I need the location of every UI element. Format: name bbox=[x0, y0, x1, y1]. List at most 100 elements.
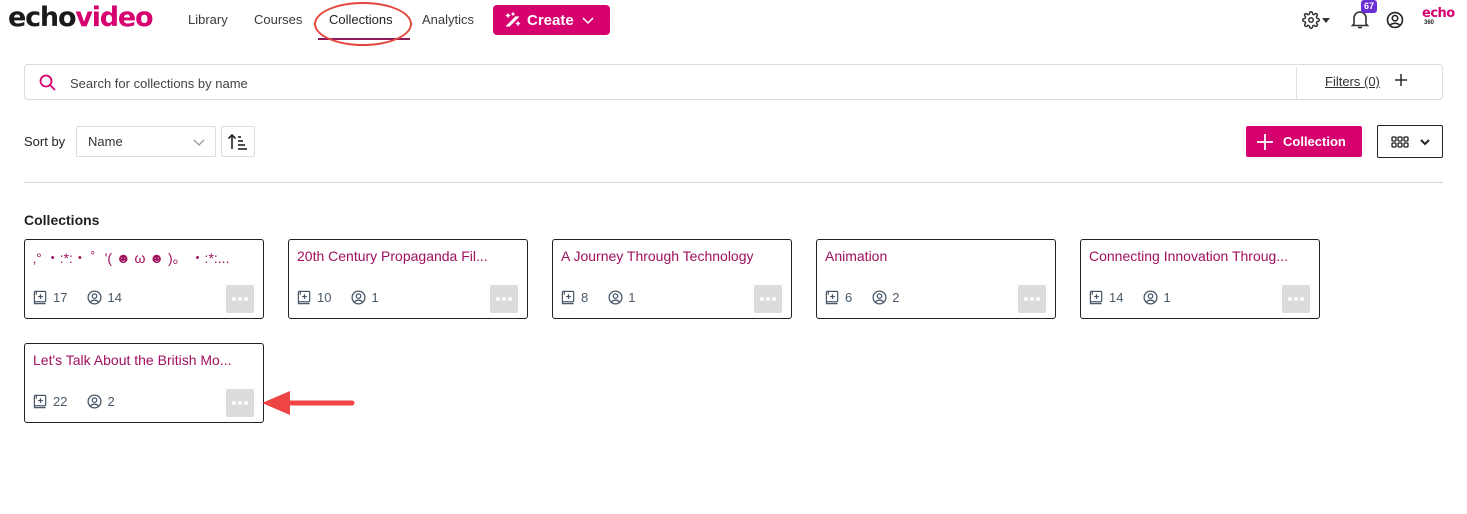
nav-courses[interactable]: Courses bbox=[254, 12, 302, 27]
collection-meta: 17 14 bbox=[33, 290, 122, 305]
member-count: 2 bbox=[107, 394, 115, 409]
create-button-label: Create bbox=[527, 11, 574, 29]
more-dot bbox=[1287, 297, 1292, 301]
logo-video: video bbox=[75, 2, 153, 33]
settings-gear-icon[interactable] bbox=[1302, 11, 1320, 29]
sort-by-select[interactable]: Name bbox=[76, 126, 216, 157]
more-dot bbox=[759, 297, 764, 301]
more-dot bbox=[508, 297, 513, 301]
media-count: 17 bbox=[53, 290, 68, 305]
chevron-down-icon bbox=[1420, 138, 1430, 145]
more-dot bbox=[238, 401, 242, 405]
collection-meta: 22 2 bbox=[33, 394, 115, 409]
create-button[interactable]: Create bbox=[493, 5, 610, 35]
collection-card[interactable]: Connecting Innovation Throug... 14 1 bbox=[1080, 239, 1320, 319]
media-book-icon bbox=[825, 290, 839, 305]
collection-title[interactable]: A Journey Through Technology bbox=[561, 248, 785, 264]
media-count: 22 bbox=[53, 394, 68, 409]
magic-wand-icon bbox=[505, 12, 521, 27]
filters-link[interactable]: Filters (0) bbox=[1325, 74, 1380, 89]
more-dot bbox=[1300, 297, 1305, 301]
members-icon bbox=[351, 290, 367, 305]
more-dot bbox=[1030, 297, 1034, 301]
plus-icon[interactable] bbox=[1393, 72, 1409, 88]
sort-direction-button[interactable] bbox=[221, 126, 255, 157]
more-options-button[interactable] bbox=[226, 285, 254, 313]
media-book-icon bbox=[33, 394, 47, 409]
collection-card[interactable]: Let's Talk About the British Mo... 22 2 bbox=[24, 343, 264, 423]
sort-selected-value: Name bbox=[88, 134, 123, 149]
member-count: 1 bbox=[371, 290, 379, 305]
media-count: 8 bbox=[581, 290, 589, 305]
top-navigation: echovideo Library Courses Collections An… bbox=[0, 0, 1467, 46]
media-count: 14 bbox=[1109, 290, 1124, 305]
members-icon bbox=[87, 290, 103, 305]
collection-meta: 14 1 bbox=[1089, 290, 1171, 305]
more-dot bbox=[495, 297, 500, 301]
add-collection-button[interactable]: Collection bbox=[1246, 126, 1362, 157]
sort-ascending-icon bbox=[227, 133, 247, 150]
nav-library[interactable]: Library bbox=[188, 12, 228, 27]
active-nav-indicator bbox=[318, 38, 410, 40]
member-count: 2 bbox=[892, 290, 900, 305]
members-icon bbox=[872, 290, 887, 305]
media-book-icon bbox=[33, 290, 47, 305]
members-icon bbox=[1143, 290, 1159, 305]
more-options-button[interactable] bbox=[490, 285, 518, 313]
media-count: 6 bbox=[845, 290, 853, 305]
logo-echo: echo bbox=[8, 2, 77, 33]
more-dot bbox=[766, 297, 770, 301]
collection-meta: 10 1 bbox=[297, 290, 379, 305]
settings-caret-icon[interactable] bbox=[1322, 18, 1330, 23]
search-filter-divider bbox=[1296, 67, 1297, 99]
more-dot bbox=[231, 297, 236, 301]
chevron-down-icon bbox=[582, 17, 594, 25]
collection-card[interactable]: Animation 6 2 bbox=[816, 239, 1056, 319]
members-icon bbox=[608, 290, 623, 305]
collection-title[interactable]: Animation bbox=[825, 248, 1049, 264]
user-account-icon[interactable] bbox=[1386, 11, 1404, 29]
media-count: 10 bbox=[317, 290, 332, 305]
search-input[interactable] bbox=[70, 73, 1270, 93]
more-dot bbox=[244, 401, 249, 405]
sort-by-label: Sort by bbox=[24, 134, 66, 149]
collection-card[interactable]: A Journey Through Technology 8 1 bbox=[552, 239, 792, 319]
collection-meta: 6 2 bbox=[825, 290, 899, 305]
echo360-logo[interactable]: echo 360 bbox=[1422, 6, 1458, 30]
echo360-logo-bottom: 360 bbox=[1424, 20, 1435, 26]
more-options-button[interactable] bbox=[226, 389, 254, 417]
add-collection-label: Collection bbox=[1283, 134, 1346, 149]
collection-title[interactable]: Connecting Innovation Throug... bbox=[1089, 248, 1313, 264]
members-icon bbox=[87, 394, 103, 409]
collection-card[interactable]: ‚° ・:*:・ ゜'( ☻ ω ☻ )。 ・:*:... 17 14 bbox=[24, 239, 264, 319]
collection-title[interactable]: ‚° ・:*:・ ゜'( ☻ ω ☻ )。 ・:*:... bbox=[33, 248, 257, 268]
plus-icon bbox=[1257, 133, 1273, 150]
collections-search-bar: Filters (0) bbox=[24, 64, 1443, 100]
more-dot bbox=[1036, 297, 1041, 301]
member-count: 1 bbox=[1163, 290, 1171, 305]
grid-view-icon bbox=[1391, 135, 1409, 148]
media-book-icon bbox=[297, 290, 311, 305]
section-divider bbox=[24, 182, 1443, 183]
media-book-icon bbox=[561, 290, 575, 305]
more-dot bbox=[1294, 297, 1298, 301]
more-options-button[interactable] bbox=[1018, 285, 1046, 313]
collection-title[interactable]: Let's Talk About the British Mo... bbox=[33, 352, 257, 368]
chevron-down-icon bbox=[193, 139, 205, 146]
member-count: 1 bbox=[628, 290, 636, 305]
view-mode-toggle[interactable] bbox=[1377, 125, 1443, 158]
more-options-button[interactable] bbox=[754, 285, 782, 313]
collection-meta: 8 1 bbox=[561, 290, 635, 305]
collection-title[interactable]: 20th Century Propaganda Fil... bbox=[297, 248, 521, 264]
nav-collections[interactable]: Collections bbox=[329, 12, 393, 27]
more-dot bbox=[231, 401, 236, 405]
notification-count-badge: 67 bbox=[1361, 0, 1378, 13]
more-dot bbox=[244, 297, 249, 301]
annotation-arrow bbox=[262, 391, 355, 415]
more-dot bbox=[1023, 297, 1028, 301]
echo360-logo-top: echo bbox=[1422, 6, 1455, 21]
collection-card[interactable]: 20th Century Propaganda Fil... 10 1 bbox=[288, 239, 528, 319]
echovideo-logo[interactable]: echovideo bbox=[8, 2, 154, 34]
nav-analytics[interactable]: Analytics bbox=[422, 12, 474, 27]
more-options-button[interactable] bbox=[1282, 285, 1310, 313]
